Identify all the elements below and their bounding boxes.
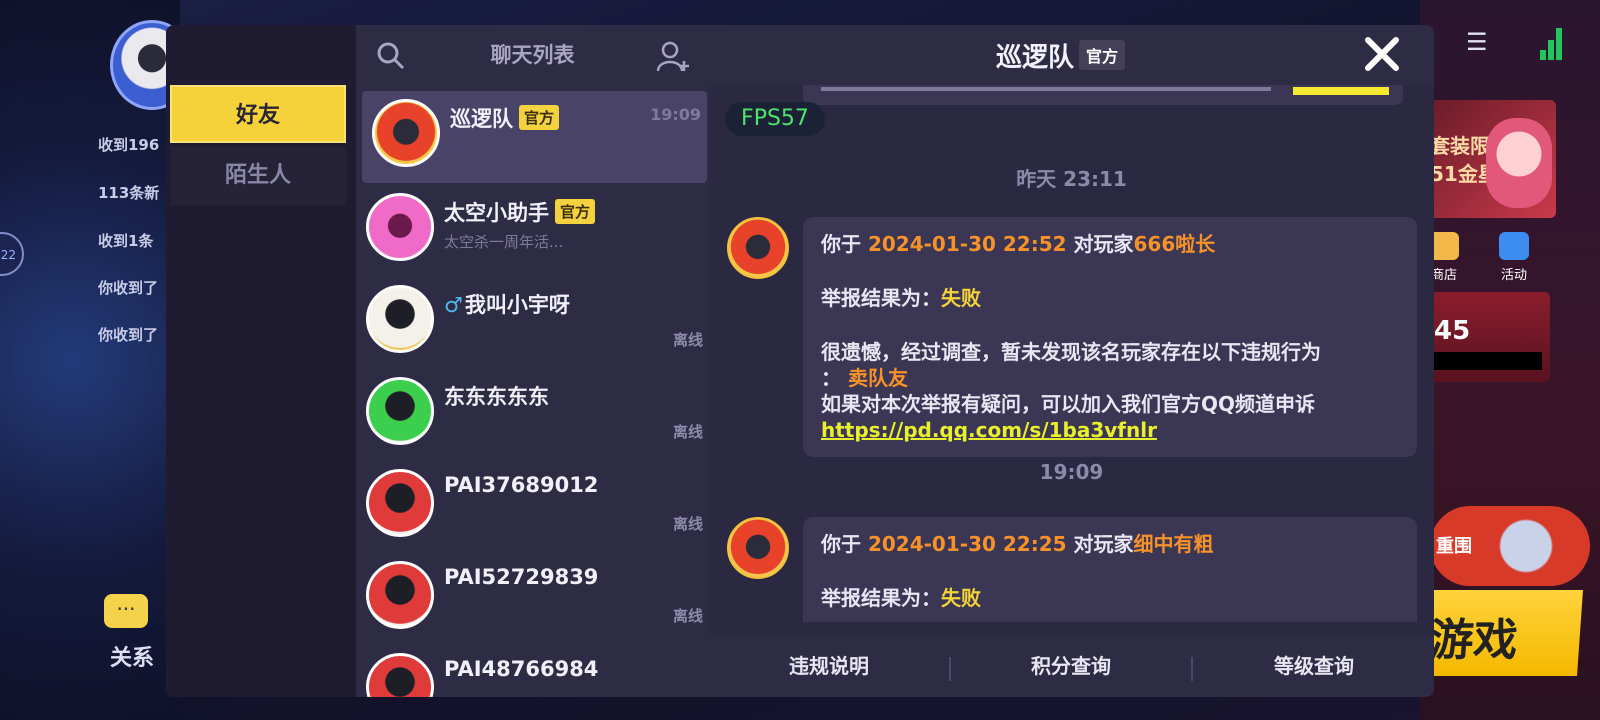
chat-title: 巡逻队 官方 — [996, 37, 1126, 74]
chat-bubble-icon[interactable]: ··· — [104, 594, 148, 628]
chat-list-item[interactable]: PAI48766984 — [356, 645, 709, 697]
menu-icon[interactable]: ☰ — [1466, 28, 1488, 56]
official-badge: 官方 — [519, 105, 560, 130]
contact-name: 太空小助手 官方 — [444, 197, 596, 227]
chat-list-item[interactable]: 太空小助手 官方 太空杀一周年活... — [356, 185, 709, 277]
signal-icon — [1540, 24, 1562, 60]
chat-list-header: 聊天列表 — [356, 25, 709, 85]
male-icon: ♂ — [444, 293, 463, 317]
contact-name: ♂我叫小宇呀 — [444, 293, 570, 317]
timestamp: 昨天 23:11 — [1016, 167, 1127, 191]
notice-line: 你收到了 — [98, 326, 159, 344]
divider — [1191, 657, 1193, 681]
result-line: 举报结果为：失败 — [821, 586, 981, 610]
level-query-button[interactable]: 等级查询 — [1194, 635, 1434, 697]
previous-message-bubble — [803, 85, 1403, 105]
avatar — [366, 193, 434, 261]
message-preview: 太空杀一周年活... — [444, 233, 564, 251]
avatar — [366, 377, 434, 445]
start-game-button[interactable]: 游戏 — [1426, 590, 1584, 676]
chat-list: 聊天列表 巡逻队 官方 19:09 太空小助手 官方 太空杀一周年活... ♂我叫小… — [356, 25, 709, 697]
chat-list-item[interactable]: 巡逻队 官方 19:09 — [362, 91, 707, 183]
notice-line: 收到196 — [98, 136, 160, 154]
category-tabs: 好友 陌生人 — [166, 25, 356, 697]
appeal-line: 如果对本次举报有疑问，可以加入我们官方QQ频道申诉 — [821, 392, 1316, 416]
promo-banner[interactable]: 套装限低 51金星 — [1428, 100, 1556, 218]
search-icon[interactable] — [376, 41, 406, 71]
violation-line: ： 卖队友 — [821, 366, 908, 390]
status-offline: 离线 — [672, 423, 703, 441]
chat-footer: 违规说明 积分查询 等级查询 — [709, 635, 1434, 697]
result-line: 举报结果为：失败 — [821, 286, 981, 310]
avatar — [366, 285, 434, 353]
avatar — [366, 561, 434, 629]
chat-list-item[interactable]: ♂我叫小宇呀 离线 — [356, 277, 709, 369]
relation-button[interactable]: 关系 — [110, 640, 154, 672]
avatar — [372, 99, 440, 167]
points-query-button[interactable]: 积分查询 — [951, 635, 1191, 697]
add-friend-icon[interactable] — [656, 39, 690, 73]
official-badge: 官方 — [555, 199, 596, 224]
close-icon[interactable] — [1363, 35, 1401, 73]
timestamp: 19:09 — [1039, 460, 1104, 484]
chat-list-item[interactable]: PAI37689012 离线 — [356, 461, 709, 553]
tab-friends[interactable]: 好友 — [170, 85, 346, 143]
contact-name: PAI48766984 — [444, 657, 599, 681]
status-offline: 离线 — [672, 331, 703, 349]
avatar — [366, 653, 434, 697]
fps-counter: FPS57 — [725, 102, 825, 136]
status-offline: 离线 — [672, 515, 703, 533]
activity-button[interactable]: 活动 — [1490, 232, 1538, 283]
message-bubble: 你于 2024-01-30 22:25 对玩家细中有粗 举报结果为：失败 — [803, 517, 1417, 622]
red-promo[interactable]: 45 — [1430, 292, 1550, 382]
avatar — [366, 469, 434, 537]
status-offline: 离线 — [672, 607, 703, 625]
reason-line: 很遗憾，经过调查，暂未发现该名玩家存在以下违规行为 — [821, 340, 1321, 364]
contact-name: PAI52729839 — [444, 565, 599, 589]
message-list[interactable]: 昨天 23:11 你于 2024-01-30 22:52 对玩家666啦长 举报… — [709, 85, 1434, 622]
notice-line: 收到1条 — [98, 232, 154, 250]
report-line: 你于 2024-01-30 22:52 对玩家666啦长 — [821, 232, 1216, 256]
tab-strangers[interactable]: 陌生人 — [170, 147, 346, 205]
report-line: 你于 2024-01-30 22:25 对玩家细中有粗 — [821, 532, 1214, 556]
mount-banner[interactable]: 重围 — [1430, 506, 1590, 586]
last-message-time: 19:09 — [650, 105, 701, 124]
notice-line: 113条新 — [98, 184, 160, 202]
notice-line: 你收到了 — [98, 279, 159, 297]
contact-name: 东东东东东 — [444, 385, 549, 409]
activity-icon — [1499, 232, 1529, 260]
chat-list-item[interactable]: PAI52729839 离线 — [356, 553, 709, 645]
official-badge: 官方 — [1079, 40, 1126, 70]
chat-list-item[interactable]: 东东东东东 离线 — [356, 369, 709, 461]
rules-button[interactable]: 违规说明 — [709, 635, 949, 697]
message-bubble: 你于 2024-01-30 22:52 对玩家666啦长 举报结果为：失败 很遗… — [803, 217, 1417, 457]
contact-name: 巡逻队 官方 — [450, 103, 560, 133]
sender-avatar[interactable] — [727, 517, 789, 579]
appeal-link[interactable]: https://pd.qq.com/s/1ba3vfnlr — [821, 417, 1399, 443]
sender-avatar[interactable] — [727, 217, 789, 279]
contact-name: PAI37689012 — [444, 473, 599, 497]
chat-header: 巡逻队 官方 — [709, 25, 1434, 85]
character-image — [1486, 118, 1552, 208]
